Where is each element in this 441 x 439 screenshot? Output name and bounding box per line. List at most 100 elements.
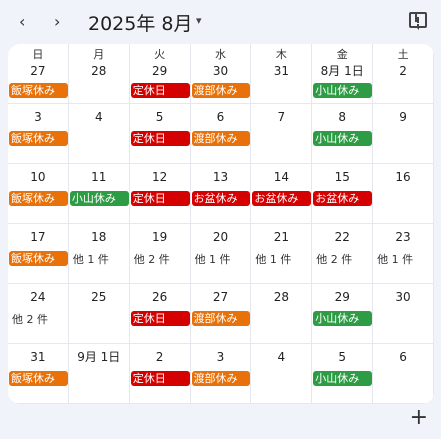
- date-number[interactable]: 30: [373, 289, 433, 305]
- chevron-down-icon[interactable]: ▾: [196, 14, 202, 27]
- more-events-link[interactable]: 他 1 件: [73, 251, 109, 267]
- event-chip[interactable]: 小山休み: [313, 83, 373, 98]
- day-cell[interactable]: 30: [373, 284, 434, 344]
- event-chip[interactable]: 定休日: [130, 311, 190, 326]
- date-number[interactable]: 4: [69, 109, 129, 125]
- date-number[interactable]: 2: [373, 63, 433, 79]
- weekday-label: 土: [397, 48, 409, 61]
- weekday-label: 日: [32, 48, 44, 61]
- week-row: 10 11 12 13 14 15 16 飯塚休み 小山休み 定休日 お盆休み お盆休み お盆休み: [8, 164, 434, 224]
- event-chip[interactable]: 飯塚休み: [9, 371, 68, 386]
- day-cell[interactable]: 9月 1日: [68, 344, 130, 404]
- day-cell[interactable]: 25: [68, 284, 130, 344]
- event-chip[interactable]: 飯塚休み: [9, 251, 68, 266]
- day-cell[interactable]: 木 31: [251, 44, 313, 104]
- date-number[interactable]: 19: [130, 229, 190, 245]
- event-chip[interactable]: 飯塚休み: [9, 191, 68, 206]
- week-row: 日 27 月 28 火 29 水 30 木 31 金 8月 1日土 2 飯塚休み 定休日 渡部休み 小山休み: [8, 44, 434, 104]
- weekday-label: 金: [336, 48, 348, 61]
- date-number[interactable]: 15: [312, 169, 372, 185]
- date-number[interactable]: 16: [373, 169, 433, 185]
- event-chip[interactable]: 小山休み: [69, 191, 129, 206]
- day-cell[interactable]: 4: [251, 344, 313, 404]
- date-number[interactable]: 6: [191, 109, 251, 125]
- weekday-label: 月: [93, 48, 105, 61]
- feedback-icon[interactable]: [409, 12, 427, 30]
- date-number[interactable]: 8月 1日: [312, 63, 372, 79]
- day-cell[interactable]: 4: [68, 104, 130, 164]
- date-number[interactable]: 22: [312, 229, 372, 245]
- date-number[interactable]: 20: [191, 229, 251, 245]
- more-events-link[interactable]: 他 1 件: [255, 251, 291, 267]
- date-number[interactable]: 23: [373, 229, 433, 245]
- day-cell[interactable]: 9: [373, 104, 434, 164]
- date-number[interactable]: 21: [251, 229, 311, 245]
- week-row: 31 9月 1日 2 3 4 5 6 飯塚休み 定休日 渡部休み 小山休み: [8, 344, 434, 404]
- event-chip[interactable]: 定休日: [130, 371, 190, 386]
- next-month-button[interactable]: ›: [54, 12, 60, 31]
- date-number[interactable]: 27: [8, 63, 68, 79]
- week-row: 3 4 5 6 7 8 9 飯塚休み 定休日 渡部休み 小山休み: [8, 104, 434, 164]
- month-title[interactable]: 2025年 8月: [88, 9, 192, 36]
- date-number[interactable]: 9: [373, 109, 433, 125]
- date-number[interactable]: 31: [251, 63, 311, 79]
- date-number[interactable]: 18: [69, 229, 129, 245]
- more-events-link[interactable]: 他 2 件: [316, 251, 352, 267]
- date-number[interactable]: 2: [130, 349, 190, 365]
- more-events-link[interactable]: 他 1 件: [377, 251, 413, 267]
- prev-month-button[interactable]: ‹: [19, 12, 25, 31]
- more-events-link[interactable]: 他 2 件: [12, 311, 48, 327]
- day-cell[interactable]: 6: [373, 344, 434, 404]
- date-number[interactable]: 3: [191, 349, 251, 365]
- event-chip[interactable]: 渡部休み: [191, 83, 251, 98]
- more-events-link[interactable]: 他 1 件: [195, 251, 231, 267]
- event-chip[interactable]: お盆休み: [191, 191, 251, 206]
- date-number[interactable]: 17: [8, 229, 68, 245]
- date-number[interactable]: 4: [251, 349, 311, 365]
- day-cell[interactable]: 7: [251, 104, 313, 164]
- day-cell[interactable]: 28: [251, 284, 313, 344]
- add-event-button[interactable]: +: [410, 407, 428, 429]
- date-number[interactable]: 12: [130, 169, 190, 185]
- date-number[interactable]: 6: [373, 349, 433, 365]
- date-number[interactable]: 3: [8, 109, 68, 125]
- date-number[interactable]: 14: [251, 169, 311, 185]
- day-cell[interactable]: 土2: [373, 44, 434, 104]
- date-number[interactable]: 7: [251, 109, 311, 125]
- date-number[interactable]: 29: [312, 289, 372, 305]
- event-chip[interactable]: お盆休み: [313, 191, 373, 206]
- date-number[interactable]: 5: [130, 109, 190, 125]
- date-number[interactable]: 26: [130, 289, 190, 305]
- day-cell[interactable]: 月 28: [68, 44, 130, 104]
- event-chip[interactable]: 飯塚休み: [9, 83, 68, 98]
- month-grid: 日 27 月 28 火 29 水 30 木 31 金 8月 1日土 2 飯塚休み 定休日 渡部休み 小山休み 3 4…: [8, 44, 434, 404]
- event-chip[interactable]: お盆休み: [252, 191, 312, 206]
- day-cell[interactable]: 16: [373, 164, 434, 224]
- date-number[interactable]: 25: [69, 289, 129, 305]
- event-chip[interactable]: 定休日: [130, 83, 190, 98]
- date-number[interactable]: 24: [8, 289, 68, 305]
- event-chip[interactable]: 小山休み: [313, 371, 373, 386]
- date-number[interactable]: 28: [69, 63, 129, 79]
- date-number[interactable]: 10: [8, 169, 68, 185]
- date-number[interactable]: 28: [251, 289, 311, 305]
- date-number[interactable]: 30: [191, 63, 251, 79]
- event-chip[interactable]: 小山休み: [313, 311, 373, 326]
- event-chip[interactable]: 渡部休み: [191, 131, 251, 146]
- more-events-link[interactable]: 他 2 件: [134, 251, 170, 267]
- event-chip[interactable]: 渡部休み: [191, 311, 251, 326]
- event-chip[interactable]: 定休日: [130, 191, 190, 206]
- date-number[interactable]: 8: [312, 109, 372, 125]
- date-number[interactable]: 29: [130, 63, 190, 79]
- date-number[interactable]: 31: [8, 349, 68, 365]
- date-number[interactable]: 13: [191, 169, 251, 185]
- date-number[interactable]: 11: [69, 169, 129, 185]
- date-number[interactable]: 5: [312, 349, 372, 365]
- weekday-label: 水: [214, 48, 226, 61]
- event-chip[interactable]: 小山休み: [313, 131, 373, 146]
- event-chip[interactable]: 飯塚休み: [9, 131, 68, 146]
- event-chip[interactable]: 定休日: [130, 131, 190, 146]
- date-number[interactable]: 27: [191, 289, 251, 305]
- event-chip[interactable]: 渡部休み: [191, 371, 251, 386]
- date-number[interactable]: 9月 1日: [69, 349, 129, 365]
